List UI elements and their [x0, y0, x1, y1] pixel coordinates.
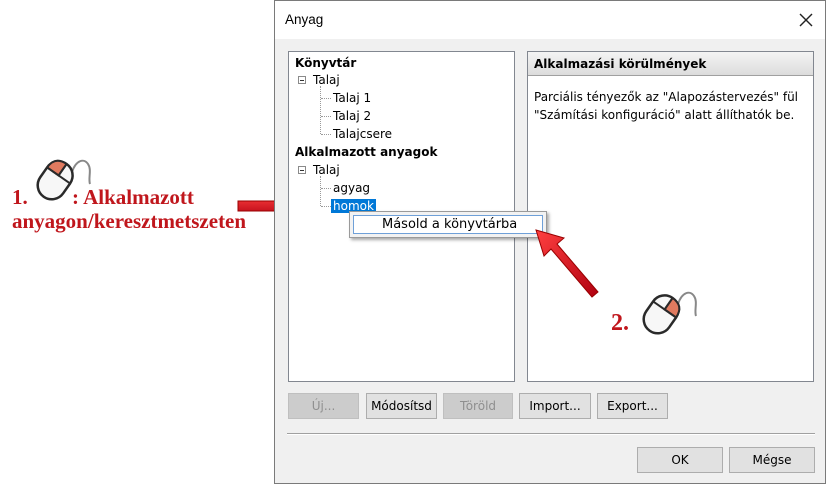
context-menu: Másold a könyvtárba: [349, 211, 547, 238]
export-button[interactable]: Export...: [597, 393, 668, 419]
arrow-up-left-icon: [535, 229, 599, 298]
step1-line1: : Alkalmazott: [72, 185, 194, 209]
tree-item-talajcsere[interactable]: Talajcsere: [333, 127, 392, 141]
step1-line2: anyagon/keresztmetszeten: [12, 209, 247, 233]
import-button[interactable]: Import...: [519, 393, 591, 419]
tree-item-agyag[interactable]: agyag: [333, 181, 370, 195]
tree-applied-label[interactable]: Alkalmazott anyagok: [295, 145, 437, 159]
menu-item-copy-to-library[interactable]: Másold a könyvtárba: [353, 215, 543, 234]
tree-item-talaj2[interactable]: Talaj 2: [333, 109, 371, 123]
step2-number: 2.: [611, 310, 629, 336]
step1-number: 1.: [12, 185, 28, 209]
close-icon[interactable]: [795, 9, 817, 31]
new-button[interactable]: Új...: [288, 393, 359, 419]
tree-library-label[interactable]: Könyvtár: [295, 56, 356, 70]
title-bar: Anyag: [275, 1, 825, 39]
collapse-icon[interactable]: [298, 76, 306, 84]
tree-applied-group[interactable]: Talaj: [313, 163, 340, 177]
cancel-button[interactable]: Mégse: [729, 447, 815, 473]
tree-library-group[interactable]: Talaj: [313, 73, 340, 87]
info-header: Alkalmazási körülmények: [528, 52, 813, 76]
mouse-icon: [642, 291, 697, 335]
separator: [287, 433, 815, 435]
modify-button[interactable]: Módosítsd: [366, 393, 437, 419]
collapse-icon[interactable]: [298, 166, 306, 174]
dialog-title: Anyag: [285, 12, 324, 27]
delete-button[interactable]: Töröld: [443, 393, 513, 419]
tree-item-talaj1[interactable]: Talaj 1: [333, 91, 371, 105]
ok-button[interactable]: OK: [637, 447, 723, 473]
info-text: Parciális tényezők az "Alapozástervezés"…: [534, 90, 799, 122]
